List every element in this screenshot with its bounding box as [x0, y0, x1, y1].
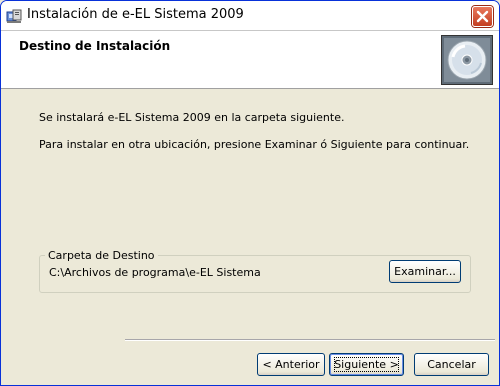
- title-bar[interactable]: Instalación de e-EL Sistema 2009: [1, 1, 499, 31]
- cancel-button[interactable]: Cancelar: [414, 353, 489, 376]
- install-info-text: Se instalará e-EL Sistema 2009 en la car…: [39, 111, 345, 124]
- footer-separator: [125, 339, 495, 341]
- window-title: Instalación de e-EL Sistema 2009: [27, 7, 244, 22]
- next-button[interactable]: Siguiente >: [329, 353, 404, 376]
- installer-window: Instalación de e-EL Sistema 2009 Destino…: [0, 0, 500, 386]
- installer-icon: [6, 8, 22, 24]
- back-button[interactable]: < Anterior: [257, 353, 325, 376]
- destination-group-label: Carpeta de Destino: [45, 249, 158, 262]
- header-title: Destino de Instalación: [19, 39, 171, 53]
- wizard-header: Destino de Instalación: [1, 31, 499, 89]
- cd-disc-icon: [441, 35, 493, 85]
- destination-path: C:\Archivos de programa\e-EL Sistema: [49, 266, 261, 279]
- focus-ring: [334, 357, 399, 372]
- close-icon: [476, 10, 489, 23]
- close-button[interactable]: [472, 6, 493, 27]
- browse-button[interactable]: Examinar...: [389, 260, 461, 283]
- install-instructions-text: Para instalar en otra ubicación, presion…: [39, 138, 470, 151]
